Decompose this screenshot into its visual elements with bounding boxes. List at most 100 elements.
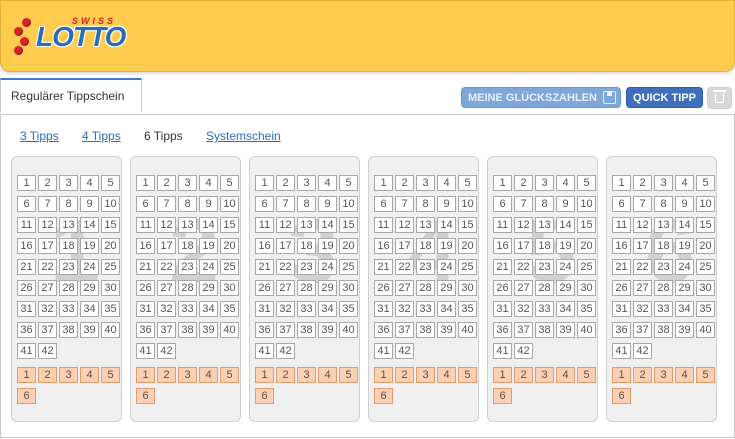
number-cell[interactable]: 28: [654, 280, 673, 296]
number-cell[interactable]: 30: [339, 280, 358, 296]
number-cell[interactable]: 35: [696, 301, 715, 317]
number-cell[interactable]: 40: [101, 322, 120, 338]
lucky-number-cell[interactable]: 3: [59, 367, 78, 383]
number-cell[interactable]: 16: [17, 238, 36, 254]
number-cell[interactable]: 21: [17, 259, 36, 275]
number-cell[interactable]: 11: [17, 217, 36, 233]
number-cell[interactable]: 26: [612, 280, 631, 296]
number-cell[interactable]: 23: [178, 259, 197, 275]
number-cell[interactable]: 20: [339, 238, 358, 254]
number-cell[interactable]: 6: [493, 196, 512, 212]
number-cell[interactable]: 20: [101, 238, 120, 254]
number-cell[interactable]: 16: [136, 238, 155, 254]
number-cell[interactable]: 31: [374, 301, 393, 317]
number-cell[interactable]: 20: [220, 238, 239, 254]
number-cell[interactable]: 2: [633, 175, 652, 191]
number-cell[interactable]: 3: [535, 175, 554, 191]
number-cell[interactable]: 25: [696, 259, 715, 275]
lucky-number-cell[interactable]: 5: [101, 367, 120, 383]
number-cell[interactable]: 5: [696, 175, 715, 191]
number-cell[interactable]: 34: [199, 301, 218, 317]
number-cell[interactable]: 7: [276, 196, 295, 212]
lucky-number-cell[interactable]: 6: [612, 388, 631, 404]
number-cell[interactable]: 21: [493, 259, 512, 275]
lucky-number-cell[interactable]: 6: [255, 388, 274, 404]
number-cell[interactable]: 14: [437, 217, 456, 233]
lucky-number-cell[interactable]: 1: [374, 367, 393, 383]
number-cell[interactable]: 36: [612, 322, 631, 338]
number-cell[interactable]: 10: [458, 196, 477, 212]
number-cell[interactable]: 35: [101, 301, 120, 317]
number-cell[interactable]: 13: [416, 217, 435, 233]
number-cell[interactable]: 37: [157, 322, 176, 338]
number-cell[interactable]: 7: [395, 196, 414, 212]
number-cell[interactable]: 30: [101, 280, 120, 296]
number-cell[interactable]: 25: [577, 259, 596, 275]
number-cell[interactable]: 27: [276, 280, 295, 296]
number-cell[interactable]: 15: [458, 217, 477, 233]
number-cell[interactable]: 15: [339, 217, 358, 233]
number-cell[interactable]: 34: [675, 301, 694, 317]
number-cell[interactable]: 30: [577, 280, 596, 296]
number-cell[interactable]: 28: [535, 280, 554, 296]
number-cell[interactable]: 9: [199, 196, 218, 212]
number-cell[interactable]: 42: [633, 343, 652, 359]
number-cell[interactable]: 2: [514, 175, 533, 191]
lucky-number-cell[interactable]: 3: [654, 367, 673, 383]
number-cell[interactable]: 37: [395, 322, 414, 338]
number-cell[interactable]: 38: [59, 322, 78, 338]
number-cell[interactable]: 6: [255, 196, 274, 212]
number-cell[interactable]: 35: [220, 301, 239, 317]
number-cell[interactable]: 17: [276, 238, 295, 254]
quick-tipp-button[interactable]: QUICK TIPP: [626, 87, 703, 108]
number-cell[interactable]: 40: [339, 322, 358, 338]
number-cell[interactable]: 26: [374, 280, 393, 296]
number-cell[interactable]: 26: [136, 280, 155, 296]
lucky-number-cell[interactable]: 4: [199, 367, 218, 383]
number-cell[interactable]: 6: [374, 196, 393, 212]
number-cell[interactable]: 41: [17, 343, 36, 359]
number-cell[interactable]: 4: [318, 175, 337, 191]
number-cell[interactable]: 40: [577, 322, 596, 338]
swiss-lotto-logo[interactable]: SWISS LOTTO: [14, 14, 134, 64]
number-cell[interactable]: 41: [374, 343, 393, 359]
number-cell[interactable]: 25: [458, 259, 477, 275]
number-cell[interactable]: 14: [318, 217, 337, 233]
number-cell[interactable]: 32: [514, 301, 533, 317]
number-cell[interactable]: 36: [374, 322, 393, 338]
number-cell[interactable]: 22: [514, 259, 533, 275]
number-cell[interactable]: 12: [395, 217, 414, 233]
number-cell[interactable]: 17: [395, 238, 414, 254]
number-cell[interactable]: 29: [80, 280, 99, 296]
number-cell[interactable]: 14: [199, 217, 218, 233]
number-cell[interactable]: 10: [577, 196, 596, 212]
number-cell[interactable]: 37: [276, 322, 295, 338]
lucky-number-cell[interactable]: 2: [157, 367, 176, 383]
number-cell[interactable]: 8: [178, 196, 197, 212]
lucky-number-cell[interactable]: 1: [255, 367, 274, 383]
number-cell[interactable]: 27: [633, 280, 652, 296]
number-cell[interactable]: 20: [458, 238, 477, 254]
number-cell[interactable]: 21: [612, 259, 631, 275]
tab-regular-tippschein[interactable]: Regulärer Tippschein: [0, 78, 142, 113]
number-cell[interactable]: 23: [535, 259, 554, 275]
number-cell[interactable]: 40: [696, 322, 715, 338]
number-cell[interactable]: 2: [38, 175, 57, 191]
number-cell[interactable]: 7: [157, 196, 176, 212]
lucky-number-cell[interactable]: 4: [318, 367, 337, 383]
lucky-number-cell[interactable]: 1: [17, 367, 36, 383]
number-cell[interactable]: 2: [395, 175, 414, 191]
number-cell[interactable]: 39: [199, 322, 218, 338]
tab-6-tipps[interactable]: 6 Tipps: [144, 129, 183, 143]
tab-systemschein[interactable]: Systemschein: [206, 129, 281, 143]
number-cell[interactable]: 8: [59, 196, 78, 212]
number-cell[interactable]: 27: [157, 280, 176, 296]
number-cell[interactable]: 4: [556, 175, 575, 191]
number-cell[interactable]: 31: [255, 301, 274, 317]
lucky-number-cell[interactable]: 2: [276, 367, 295, 383]
lucky-number-cell[interactable]: 1: [136, 367, 155, 383]
number-cell[interactable]: 9: [318, 196, 337, 212]
number-cell[interactable]: 20: [577, 238, 596, 254]
lucky-number-cell[interactable]: 3: [297, 367, 316, 383]
number-cell[interactable]: 31: [612, 301, 631, 317]
